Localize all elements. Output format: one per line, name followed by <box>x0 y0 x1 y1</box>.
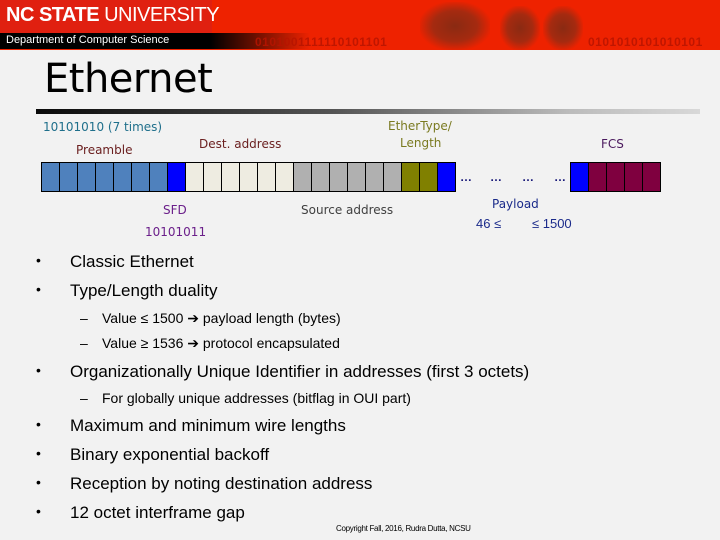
payload-min-label: 46 ≤ <box>476 216 502 231</box>
university-name: NC STATE UNIVERSITY <box>6 4 220 27</box>
dest-address-label: Dest. address <box>199 137 282 151</box>
dash-glyph: – <box>80 390 88 406</box>
bullet-text: Reception by noting destination address <box>70 474 373 493</box>
source-address-octet-cell <box>366 163 384 191</box>
bullet-glyph: • <box>36 281 41 297</box>
university-name-bold: NC STATE <box>6 4 100 26</box>
department-name: Department of Computer Science <box>6 34 170 46</box>
wolf-image-icon <box>420 2 490 50</box>
payload-label: Payload <box>492 197 539 211</box>
university-banner: NC STATE UNIVERSITY Department of Comput… <box>0 0 720 50</box>
bullet-glyph: • <box>36 416 41 432</box>
dest-address-octet-cell <box>240 163 258 191</box>
ethertype-label-line1: EtherType/ <box>388 119 452 133</box>
dash-glyph: – <box>80 310 88 326</box>
preamble-octet-cell <box>96 163 114 191</box>
preamble-label: Preamble <box>76 143 133 157</box>
ethertype-octet-cell <box>402 163 420 191</box>
dest-address-octet-cell <box>222 163 240 191</box>
payload-start-octet-cell <box>438 163 456 191</box>
wolf-image-icon <box>500 6 540 50</box>
dest-address-octet-cell <box>186 163 204 191</box>
university-name-light: UNIVERSITY <box>99 4 220 26</box>
fcs-octet-cell <box>625 163 643 191</box>
fcs-octet-cell <box>589 163 607 191</box>
sub-bullet-text: Value ≤ 1500 ➔ payload length (bytes) <box>102 310 341 326</box>
payload-ellipsis: … <box>460 170 473 184</box>
fcs-octet-cell <box>607 163 625 191</box>
bullet-glyph: • <box>36 252 41 268</box>
source-address-octet-cell <box>312 163 330 191</box>
dest-address-octet-cell <box>258 163 276 191</box>
ethertype-octet-cell <box>420 163 438 191</box>
sub-bullet-text: Value ≥ 1536 ➔ protocol encapsulated <box>102 335 340 351</box>
preamble-pattern-label: 10101010 (7 times) <box>43 120 163 134</box>
sub-bullet-text: For globally unique addresses (bitflag i… <box>102 390 411 406</box>
source-address-label: Source address <box>301 203 394 217</box>
bullet-text: Type/Length duality <box>70 281 218 300</box>
banner-binary-left: 0101001111110101101 <box>255 35 388 49</box>
preamble-octet-cell <box>132 163 150 191</box>
dest-address-octet-cell <box>276 163 294 191</box>
source-address-octet-cell <box>294 163 312 191</box>
sfd-pattern-label: 10101011 <box>145 225 207 239</box>
bullet-text: Binary exponential backoff <box>70 445 270 464</box>
wolf-image-icon <box>543 6 583 50</box>
bullet-text: Classic Ethernet <box>70 252 194 271</box>
bullet-glyph: • <box>36 503 41 519</box>
payload-max-label: ≤ 1500 <box>532 216 572 231</box>
preamble-octet-cell <box>42 163 60 191</box>
bullet-glyph: • <box>36 474 41 490</box>
preamble-octet-cell <box>114 163 132 191</box>
payload-ellipsis: … <box>554 170 567 184</box>
preamble-octet-cell <box>78 163 96 191</box>
ethertype-label-line2: Length <box>400 136 442 150</box>
ethernet-frame-tail <box>570 162 661 192</box>
source-address-octet-cell <box>384 163 402 191</box>
payload-end-octet-cell <box>571 163 589 191</box>
source-address-octet-cell <box>348 163 366 191</box>
dest-address-octet-cell <box>204 163 222 191</box>
payload-ellipsis: … <box>522 170 535 184</box>
bullet-glyph: • <box>36 445 41 461</box>
dash-glyph: – <box>80 335 88 351</box>
preamble-octet-cell <box>150 163 168 191</box>
source-address-octet-cell <box>330 163 348 191</box>
bullet-text: 12 octet interframe gap <box>70 503 245 522</box>
copyright-footer: Copyright Fall, 2016, Rudra Dutta, NCSU <box>336 524 471 533</box>
fcs-label: FCS <box>601 137 624 151</box>
title-divider <box>36 109 700 114</box>
payload-ellipsis: … <box>490 170 503 184</box>
preamble-octet-cell <box>60 163 78 191</box>
sfd-octet-cell <box>168 163 186 191</box>
bullet-glyph: • <box>36 362 41 378</box>
banner-binary-right: 0101010101010101 <box>588 35 703 49</box>
ethernet-frame-header <box>41 162 456 192</box>
bullet-text: Organizationally Unique Identifier in ad… <box>70 362 530 381</box>
fcs-octet-cell <box>643 163 661 191</box>
bullet-text: Maximum and minimum wire lengths <box>70 416 346 435</box>
slide-title: Ethernet <box>44 56 213 102</box>
sfd-label: SFD <box>163 203 187 217</box>
